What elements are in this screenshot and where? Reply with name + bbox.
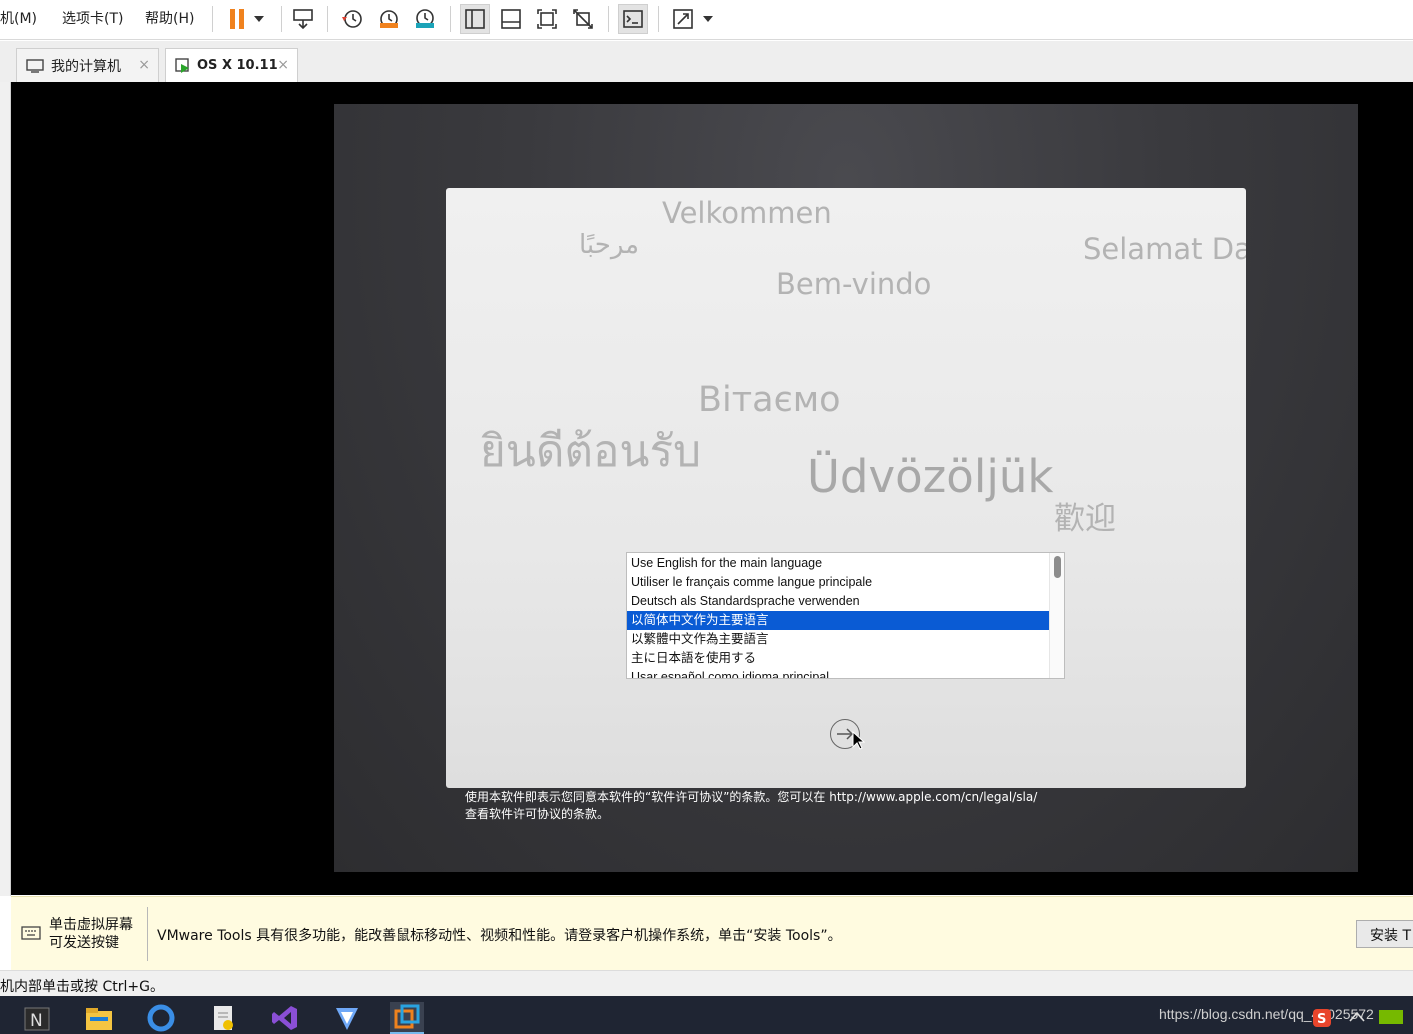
language-item-selected[interactable]: 以简体中文作为主要语言 <box>627 611 1049 630</box>
nvidia-icon[interactable] <box>1378 1008 1404 1026</box>
infobar-divider <box>147 907 148 961</box>
tab-label: 我的计算机 <box>51 58 121 75</box>
vmware-icon <box>394 1004 420 1029</box>
taskbar-editor[interactable] <box>206 1002 240 1034</box>
hint-line-1: 单击虚拟屏幕 <box>49 917 133 933</box>
keyboard-icon <box>21 926 41 940</box>
fullscreen-icon <box>537 9 557 29</box>
library-collapsed-strip[interactable] <box>0 82 11 896</box>
stretch-button[interactable] <box>668 4 698 34</box>
menu-toolbar: 机(M) 选项卡(T) 帮助(H) <box>0 0 1413 40</box>
toolbar-separator <box>281 6 282 32</box>
windows-taskbar: N https://blog.csdn.net/qq_45025572 S <box>0 996 1413 1034</box>
toolbar-separator <box>212 6 213 32</box>
snapshot-button[interactable] <box>337 4 367 34</box>
greeting-selamat: Selamat Da <box>1083 232 1246 266</box>
vmware-tools-message: VMware Tools 具有很多功能，能改善鼠标移动性、视频和性能。请登录客户… <box>157 928 842 944</box>
svg-text:N: N <box>30 1011 43 1031</box>
browser-icon <box>147 1004 175 1032</box>
folder-icon <box>86 1008 112 1030</box>
close-icon[interactable]: × <box>277 57 289 73</box>
tab-label: OS X 10.11 <box>197 58 278 73</box>
chevron-down-icon <box>254 16 264 22</box>
chevron-down-icon <box>703 16 713 22</box>
revert-icon <box>380 10 398 28</box>
greeting-bemvindo: Bem-vindo <box>776 267 932 301</box>
status-text: 机内部单击或按 Ctrl+G。 <box>0 979 164 995</box>
vm-running-icon <box>175 57 189 73</box>
language-item[interactable]: Utiliser le français comme langue princi… <box>627 573 1049 592</box>
license-notice: 使用本软件即表示您同意本软件的“软件许可协议”的条款。您可以在 http://w… <box>465 789 1165 823</box>
arrow-app-icon <box>336 1008 358 1030</box>
macos-setup-window: Velkommen مرحبًا Selamat Da Bem-vindo Ві… <box>446 188 1246 788</box>
greeting-udvozoljuk: Üdvözöljük <box>807 450 1054 503</box>
thumbnail-bar-button[interactable] <box>496 4 526 34</box>
toolbar-separator <box>327 6 328 32</box>
taskbar-visual-studio[interactable] <box>268 1002 302 1034</box>
url-watermark: https://blog.csdn.net/qq_45025572 <box>1159 1006 1374 1022</box>
snapshot-manager-icon <box>416 9 434 28</box>
clock-snapshot-icon <box>342 10 362 28</box>
status-bar: 机内部单击或按 Ctrl+G。 <box>0 970 1413 996</box>
show-library-button[interactable] <box>460 4 490 34</box>
revert-snapshot-button[interactable] <box>374 4 404 34</box>
license-line-1: 使用本软件即表示您同意本软件的“软件许可协议”的条款。您可以在 http://w… <box>465 790 1038 804</box>
taskbar-app-n[interactable]: N <box>20 1002 54 1034</box>
greeting-huanying: 歡迎 <box>1054 501 1116 537</box>
bottom-panel-layout-icon <box>501 9 521 29</box>
greeting-thai: ยินดีต้อนรับ <box>480 426 702 477</box>
keyboard-send-icon <box>293 9 313 30</box>
license-line-2: 查看软件许可协议的条款。 <box>465 807 610 821</box>
unity-disabled-icon <box>573 9 593 29</box>
install-tools-button[interactable]: 安装 T <box>1356 920 1413 948</box>
taskbar-browser[interactable] <box>144 1002 178 1034</box>
menu-tabs[interactable]: 选项卡(T) <box>62 8 123 28</box>
terminal-icon <box>623 10 643 28</box>
language-list[interactable]: Use English for the main language Utilis… <box>626 552 1065 679</box>
hint-line-2: 可发送按键 <box>49 935 119 951</box>
tab-my-computer[interactable]: 我的计算机 × <box>16 48 159 82</box>
mouse-cursor-icon <box>852 731 866 750</box>
click-to-send-keys-hint: 单击虚拟屏幕 可发送按键 <box>49 916 133 952</box>
pause-dropdown-button[interactable] <box>248 4 270 34</box>
greeting-marhaban: مرحبًا <box>579 230 640 260</box>
computer-icon <box>26 58 44 73</box>
svg-text:S: S <box>1317 1012 1326 1027</box>
toolbar-separator <box>450 6 451 32</box>
taskbar-file-explorer[interactable] <box>82 1002 116 1034</box>
pause-icon <box>230 9 244 29</box>
language-item[interactable]: Usar español como idioma principal <box>627 668 1049 678</box>
sidebar-layout-icon <box>465 9 485 29</box>
taskbar-mail-app[interactable] <box>330 1002 364 1034</box>
expand-icon <box>673 9 693 29</box>
menu-vm[interactable]: 机(M) <box>0 8 37 28</box>
scrollbar-thumb[interactable] <box>1054 556 1061 578</box>
visual-studio-icon <box>272 1006 297 1030</box>
send-ctrl-alt-del-button[interactable] <box>288 4 318 34</box>
stretch-dropdown-button[interactable] <box>698 4 718 34</box>
vmware-tools-infobar: 单击虚拟屏幕 可发送按键 VMware Tools 具有很多功能，能改善鼠标移动… <box>11 896 1413 970</box>
tab-strip: 我的计算机 × OS X 10.11 × <box>0 41 1413 82</box>
n-app-icon: N <box>24 1007 50 1031</box>
language-item[interactable]: 以繁體中文作為主要語言 <box>627 630 1049 649</box>
taskbar-vmware[interactable] <box>390 1002 424 1034</box>
language-item[interactable]: 主に日本語を使用する <box>627 649 1049 668</box>
toolbar-separator <box>658 6 659 32</box>
sogou-ime-icon[interactable]: S <box>1312 1008 1332 1028</box>
tab-osx[interactable]: OS X 10.11 × <box>165 48 298 82</box>
chevron-up-icon[interactable] <box>1348 1010 1366 1024</box>
toolbar-separator <box>608 6 609 32</box>
language-item[interactable]: Deutsch als Standardsprache verwenden <box>627 592 1049 611</box>
language-item[interactable]: Use English for the main language <box>627 554 1049 573</box>
greeting-velkommen: Velkommen <box>662 196 832 230</box>
snapshot-manager-button[interactable] <box>410 4 440 34</box>
language-list-scrollbar[interactable] <box>1049 553 1064 678</box>
document-icon <box>214 1006 233 1030</box>
greeting-vitaemo: Вітаємо <box>698 380 841 420</box>
full-screen-button[interactable] <box>532 4 562 34</box>
console-view-button[interactable] <box>618 4 648 34</box>
close-icon[interactable]: × <box>138 57 150 73</box>
menu-help[interactable]: 帮助(H) <box>145 8 194 28</box>
unity-button[interactable] <box>568 4 598 34</box>
